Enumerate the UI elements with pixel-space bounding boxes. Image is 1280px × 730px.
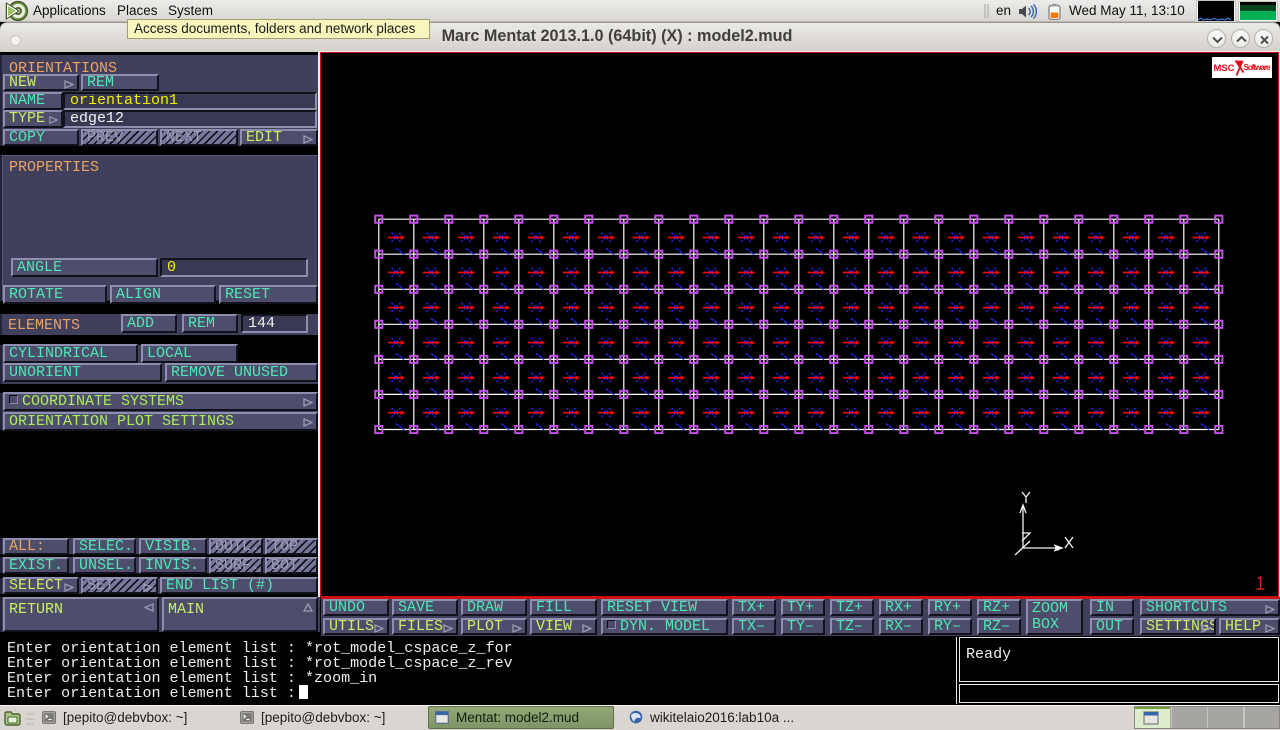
svg-text:MSC: MSC (1214, 63, 1235, 74)
svg-text:Software: Software (1244, 63, 1272, 72)
